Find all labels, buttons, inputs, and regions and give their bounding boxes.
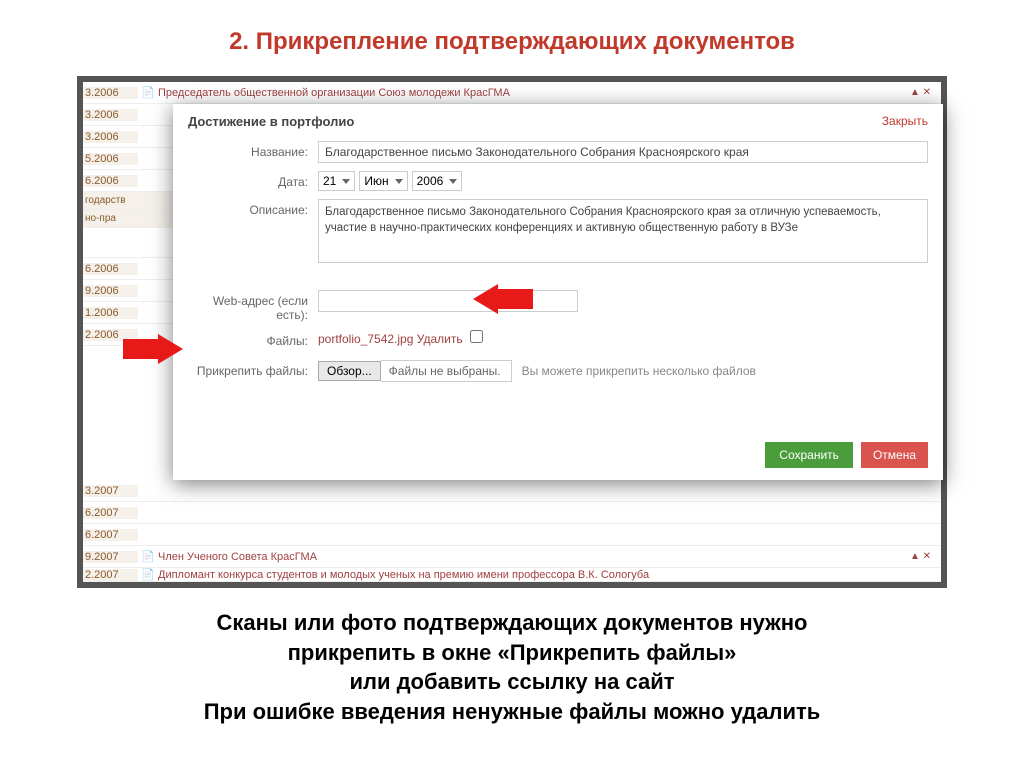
caption-line: прикрепить в окне «Прикрепить файлы» bbox=[30, 638, 994, 668]
description-label: Описание: bbox=[188, 199, 318, 217]
date-cell: 6.2007 bbox=[83, 529, 138, 541]
chevron-down-icon bbox=[342, 179, 350, 184]
file-name: portfolio_7542.jpg bbox=[318, 332, 413, 346]
year-select[interactable]: 2006 bbox=[412, 171, 463, 191]
truncated-text: годарств bbox=[83, 195, 126, 206]
description-row: Описание: bbox=[173, 195, 943, 270]
attach-label: Прикрепить файлы: bbox=[188, 364, 318, 378]
files-label: Файлы: bbox=[188, 330, 318, 348]
name-input[interactable] bbox=[318, 141, 928, 163]
date-cell: 3.2006 bbox=[83, 87, 138, 99]
screenshot-frame: 3.2006 📄 Председатель общественной орган… bbox=[77, 76, 947, 588]
date-cell: 9.2007 bbox=[83, 551, 138, 563]
date-cell: 2.2007 bbox=[83, 569, 138, 581]
row-marks: ▲ ✕ bbox=[910, 551, 941, 562]
date-cell: 3.2006 bbox=[83, 109, 138, 121]
row-icon: 📄 bbox=[138, 550, 158, 563]
table-row: 6.2007 bbox=[83, 524, 941, 546]
date-row: Дата: 21 Июн 2006 bbox=[173, 167, 943, 195]
date-cell: 6.2006 bbox=[83, 175, 138, 187]
row-marks: ▲ ✕ bbox=[910, 87, 941, 98]
year-value: 2006 bbox=[417, 174, 444, 188]
truncated-text: но-пра bbox=[83, 213, 116, 224]
portfolio-dialog: Достижение в портфолио Закрыть Название:… bbox=[173, 104, 943, 480]
slide-caption: Сканы или фото подтверждающих документов… bbox=[0, 588, 1024, 737]
date-cell: 6.2007 bbox=[83, 507, 138, 519]
date-cell: 9.2006 bbox=[83, 285, 138, 297]
table-row: 2.2007 📄 Дипломант конкурса студентов и … bbox=[83, 568, 941, 582]
month-value: Июн bbox=[364, 174, 388, 188]
red-arrow-icon bbox=[473, 284, 533, 314]
row-text: Дипломант конкурса студентов и молодых у… bbox=[158, 569, 941, 581]
web-input[interactable] bbox=[318, 290, 578, 312]
web-label: Web-адрес (если есть): bbox=[188, 290, 318, 322]
date-cell: 3.2007 bbox=[83, 485, 138, 497]
no-files-text: Файлы не выбраны. bbox=[381, 360, 512, 382]
attach-row: Прикрепить файлы: Обзор... Файлы не выбр… bbox=[173, 352, 943, 390]
date-cell: 5.2006 bbox=[83, 153, 138, 165]
slide-title: 2. Прикрепление подтверждающих документо… bbox=[0, 0, 1024, 76]
close-link[interactable]: Закрыть bbox=[882, 114, 928, 129]
date-cell: 1.2006 bbox=[83, 307, 138, 319]
description-textarea[interactable] bbox=[318, 199, 928, 263]
chevron-down-icon bbox=[449, 179, 457, 184]
files-row: Файлы: portfolio_7542.jpg Удалить bbox=[173, 326, 943, 352]
day-value: 21 bbox=[323, 174, 336, 188]
table-row: 3.2006 📄 Председатель общественной орган… bbox=[83, 82, 941, 104]
background-table-bottom: 3.2007 6.2007 6.2007 9.2007 📄 Член Учено… bbox=[83, 480, 941, 582]
browse-button[interactable]: Обзор... bbox=[318, 361, 381, 381]
date-cell: 3.2006 bbox=[83, 131, 138, 143]
name-row: Название: bbox=[173, 137, 943, 167]
row-icon: 📄 bbox=[138, 568, 158, 581]
row-icon: 📄 bbox=[138, 86, 158, 99]
save-button[interactable]: Сохранить bbox=[765, 442, 853, 468]
table-row: 6.2007 bbox=[83, 502, 941, 524]
dialog-title: Достижение в портфолио bbox=[188, 114, 354, 129]
date-label: Дата: bbox=[188, 171, 318, 189]
file-delete-checkbox[interactable] bbox=[470, 330, 483, 343]
month-select[interactable]: Июн bbox=[359, 171, 407, 191]
cancel-button[interactable]: Отмена bbox=[861, 442, 928, 468]
date-cell: 6.2006 bbox=[83, 263, 138, 275]
dialog-footer: Сохранить Отмена bbox=[173, 430, 943, 480]
table-row: 3.2007 bbox=[83, 480, 941, 502]
day-select[interactable]: 21 bbox=[318, 171, 355, 191]
caption-line: Сканы или фото подтверждающих документов… bbox=[30, 608, 994, 638]
red-arrow-icon bbox=[123, 334, 183, 364]
name-label: Название: bbox=[188, 141, 318, 159]
dialog-header: Достижение в портфолио Закрыть bbox=[173, 104, 943, 137]
file-delete-link[interactable]: Удалить bbox=[417, 332, 463, 346]
web-row: Web-адрес (если есть): bbox=[173, 286, 943, 326]
row-text: Председатель общественной организации Со… bbox=[158, 87, 910, 99]
chevron-down-icon bbox=[395, 179, 403, 184]
caption-line: или добавить ссылку на сайт bbox=[30, 667, 994, 697]
caption-line: При ошибке введения ненужные файлы можно… bbox=[30, 697, 994, 727]
row-text: Член Ученого Совета КрасГМА bbox=[158, 551, 910, 563]
table-row: 9.2007 📄 Член Ученого Совета КрасГМА ▲ ✕ bbox=[83, 546, 941, 568]
attach-hint: Вы можете прикрепить несколько файлов bbox=[522, 364, 756, 378]
